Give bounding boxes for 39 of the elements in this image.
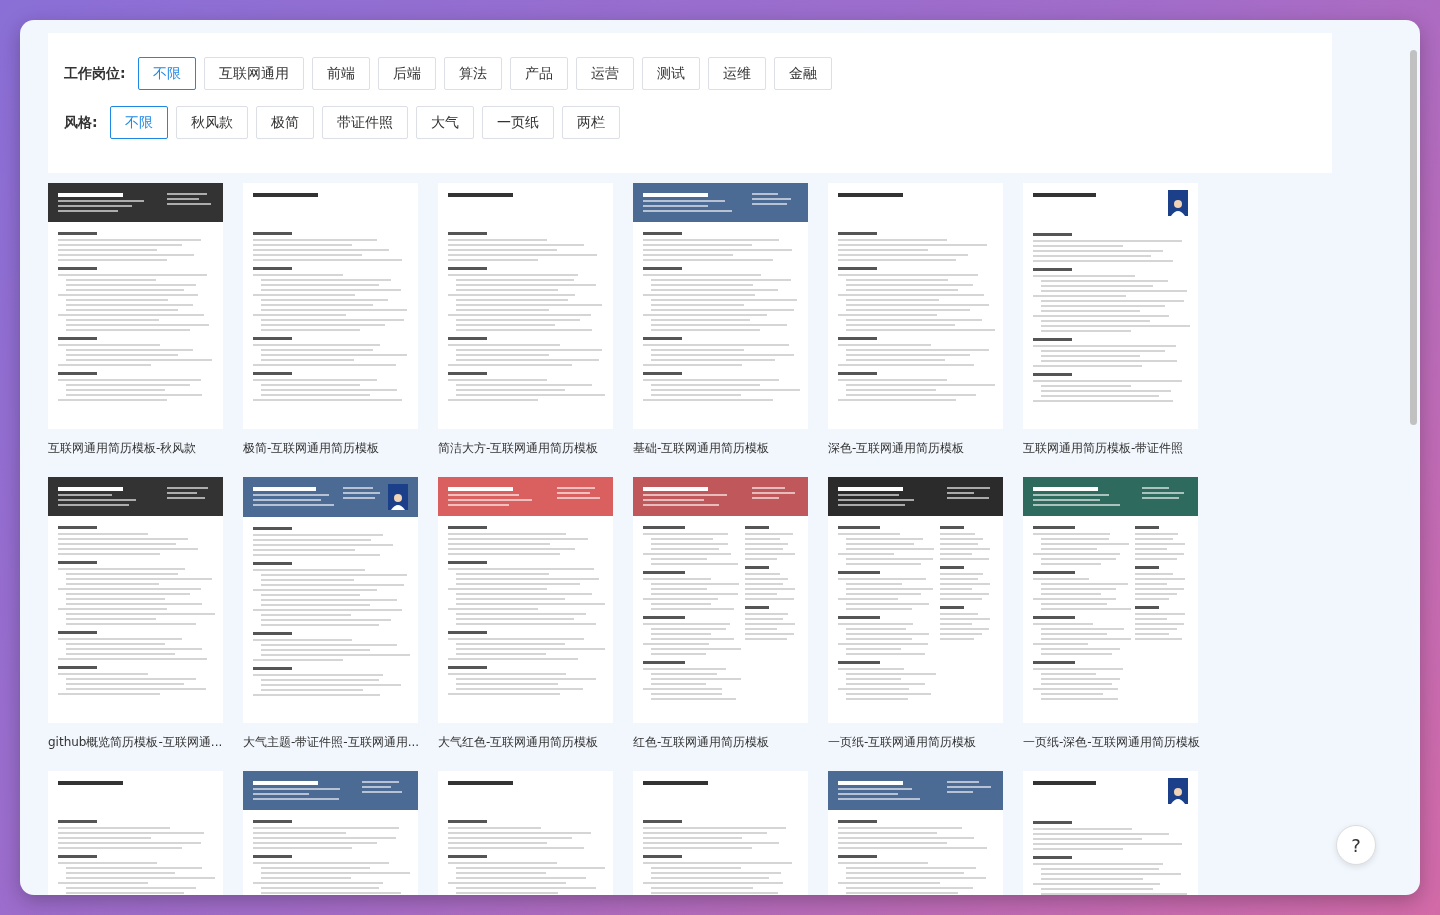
filter-option[interactable]: 互联网通用 [203,57,304,90]
resume-preview-drawing[interactable] [828,477,1003,723]
filter-option[interactable]: 算法 [443,57,502,90]
template-title[interactable]: 大气主题-带证件照-互联网通用... [243,733,420,751]
template-title[interactable]: 一页纸-互联网通用简历模板 [828,733,977,751]
template-title[interactable]: 深色-互联网通用简历模板 [828,439,965,457]
template-title[interactable]: 互联网通用简历模板-带证件照 [1023,439,1184,457]
filter-label: 风格: [64,113,98,132]
filter-option[interactable]: 一页纸 [481,106,554,139]
filter-option[interactable]: 金融 [773,57,832,90]
scrollbar[interactable] [1410,50,1417,425]
filter-label: 工作岗位: [64,64,126,83]
filter-option[interactable]: 产品 [509,57,568,90]
filter-option[interactable]: 极简 [255,106,314,139]
filter-option[interactable]: 不限 [137,57,196,90]
filter-option[interactable]: 后端 [377,57,436,90]
resume-preview-drawing[interactable] [1023,477,1198,723]
resume-preview-drawing[interactable] [48,477,223,723]
template-title[interactable]: 基础-互联网通用简历模板 [633,439,770,457]
template-title[interactable]: 大气红色-互联网通用简历模板 [438,733,599,751]
help-button[interactable]: ? [1336,825,1376,865]
filter-option[interactable]: 两栏 [561,106,620,139]
template-title[interactable]: 极简-互联网通用简历模板 [243,439,380,457]
filter-option[interactable]: 运营 [575,57,634,90]
filter-option[interactable]: 不限 [109,106,168,139]
filter-option[interactable]: 运维 [707,57,766,90]
template-title[interactable]: 一页纸-深色-互联网通用简历模板 [1023,733,1200,751]
resume-preview-drawing[interactable] [1023,183,1198,429]
template-title[interactable]: 互联网通用简历模板-秋风款 [48,439,197,457]
filter-option[interactable]: 测试 [641,57,700,90]
resume-preview-drawing[interactable] [243,477,418,723]
filter-option[interactable]: 秋风款 [175,106,248,139]
filter-option[interactable]: 带证件照 [321,106,408,139]
filter-option[interactable]: 前端 [311,57,370,90]
template-title[interactable]: github概览简历模板-互联网通... [48,733,223,751]
template-title[interactable]: 红色-互联网通用简历模板 [633,733,770,751]
template-title[interactable]: 简洁大方-互联网通用简历模板 [438,439,599,457]
resume-preview-drawing[interactable] [48,183,223,429]
filter-option[interactable]: 大气 [415,106,474,139]
